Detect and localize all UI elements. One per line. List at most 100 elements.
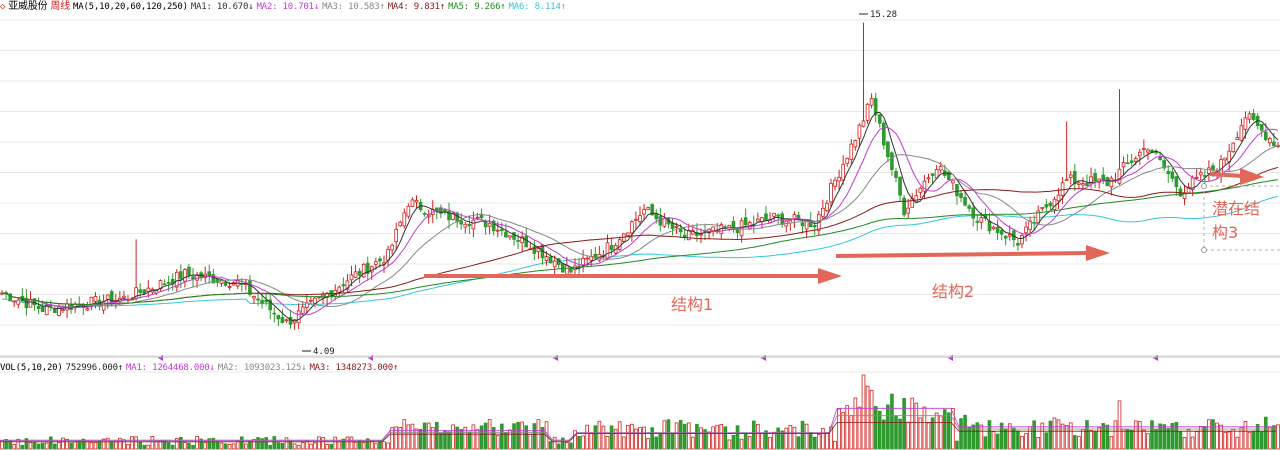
volume-bar (788, 425, 793, 450)
volume-bar (126, 444, 130, 450)
candle (1077, 181, 1081, 189)
high-marker: 15.28 (859, 10, 897, 20)
volume-bar (170, 444, 175, 450)
volume-bar (910, 397, 915, 450)
candle (877, 113, 882, 128)
volume-bar (938, 415, 943, 450)
candle (662, 213, 667, 228)
volume-bar (500, 423, 504, 450)
volume-bar (1223, 431, 1227, 450)
volume-bar (329, 443, 333, 450)
candle (479, 208, 484, 220)
candle (353, 264, 358, 278)
volume-bar (300, 442, 305, 450)
ma6-value: MA6: 8.114↑ (508, 2, 567, 12)
volume-bar (223, 443, 228, 450)
candle (1056, 187, 1061, 209)
volume-bar (886, 404, 890, 450)
volume-bar (1113, 420, 1118, 450)
volume-bar (166, 442, 171, 450)
candle (1060, 177, 1065, 205)
volume-bar (812, 436, 817, 450)
volume-bar (284, 437, 289, 450)
volume-bar (849, 415, 854, 450)
volume-bar (426, 422, 431, 450)
volume-bar (800, 420, 805, 450)
period-label[interactable]: 周线 (50, 1, 70, 12)
volume-bar (1235, 436, 1240, 450)
candle (422, 211, 427, 217)
volume-bar (743, 432, 748, 450)
volume-bar (699, 427, 703, 450)
volume-bar (1174, 421, 1179, 450)
collapse-icon[interactable]: ◇ (0, 2, 5, 12)
candle (776, 213, 780, 225)
ma-values: MA1: 10.670↓ MA2: 10.701↓ MA3: 10.583↑ MA4:… (191, 2, 569, 12)
volume-bar (804, 423, 809, 450)
volume-bar (796, 436, 801, 450)
volume-bar (711, 426, 715, 450)
candle (414, 195, 419, 209)
candle (252, 295, 256, 304)
candle (760, 216, 764, 229)
candle (272, 307, 277, 323)
candle (284, 318, 289, 323)
volume-bar (256, 437, 260, 450)
volume-bar (707, 431, 711, 450)
volume-bar (625, 425, 630, 450)
volume-bars (0, 374, 1280, 450)
candle (1044, 199, 1049, 213)
vol-params: VOL(5,10,20) (0, 363, 63, 373)
volume-bar (865, 385, 870, 450)
candle (1109, 175, 1114, 196)
volume-bar (36, 443, 41, 450)
volume-bar (414, 428, 419, 450)
volume-bar (179, 436, 183, 450)
volume-bar (244, 443, 248, 450)
candle (69, 297, 73, 314)
candle (1247, 111, 1252, 124)
candle (520, 231, 524, 253)
candle (36, 297, 41, 315)
volume-bar (597, 420, 602, 450)
volume-bar (1194, 431, 1199, 450)
volume-bar (934, 412, 939, 450)
volume-bar (784, 427, 789, 450)
volume-bar (768, 436, 772, 450)
candle (280, 308, 285, 324)
volume-bar (723, 426, 728, 450)
vol-ma-values: MA1: 1264468.000↓ MA2: 1093023.125↓ MA3: 1… (126, 363, 401, 373)
volume-bar (1259, 431, 1264, 450)
volume-bar (1109, 435, 1114, 450)
volume-bar (1028, 426, 1032, 450)
stock-chart: 15.28 4.09 结构1 结构2 潜在结 构3 (0, 10, 1280, 450)
volume-bar (650, 427, 655, 450)
low-label: 4.09 (313, 347, 335, 357)
candle (756, 212, 760, 222)
candle (1162, 157, 1167, 171)
volume-bar (1170, 422, 1175, 450)
volume-bar (1146, 433, 1150, 450)
candle (386, 245, 390, 267)
volume-bar (524, 425, 529, 450)
candle (333, 284, 338, 301)
volume-bar (1207, 419, 1211, 450)
volume-bar (195, 436, 199, 450)
candle (975, 214, 980, 231)
volume-bar (93, 442, 98, 450)
price-grid (0, 19, 1280, 356)
volume-bar (40, 442, 45, 450)
candle (532, 239, 537, 260)
volume-bar (735, 425, 740, 450)
volume-bar (983, 436, 988, 450)
candle (1121, 156, 1126, 175)
volume-bar (1093, 430, 1097, 450)
volume-bar (1024, 433, 1028, 450)
volume-bar (1203, 426, 1207, 450)
candle (138, 282, 143, 299)
volume-bar (1129, 429, 1134, 450)
candle (1259, 123, 1264, 137)
volume-bar (825, 432, 829, 450)
volume-bar (532, 423, 537, 450)
volume-bar (520, 421, 524, 450)
